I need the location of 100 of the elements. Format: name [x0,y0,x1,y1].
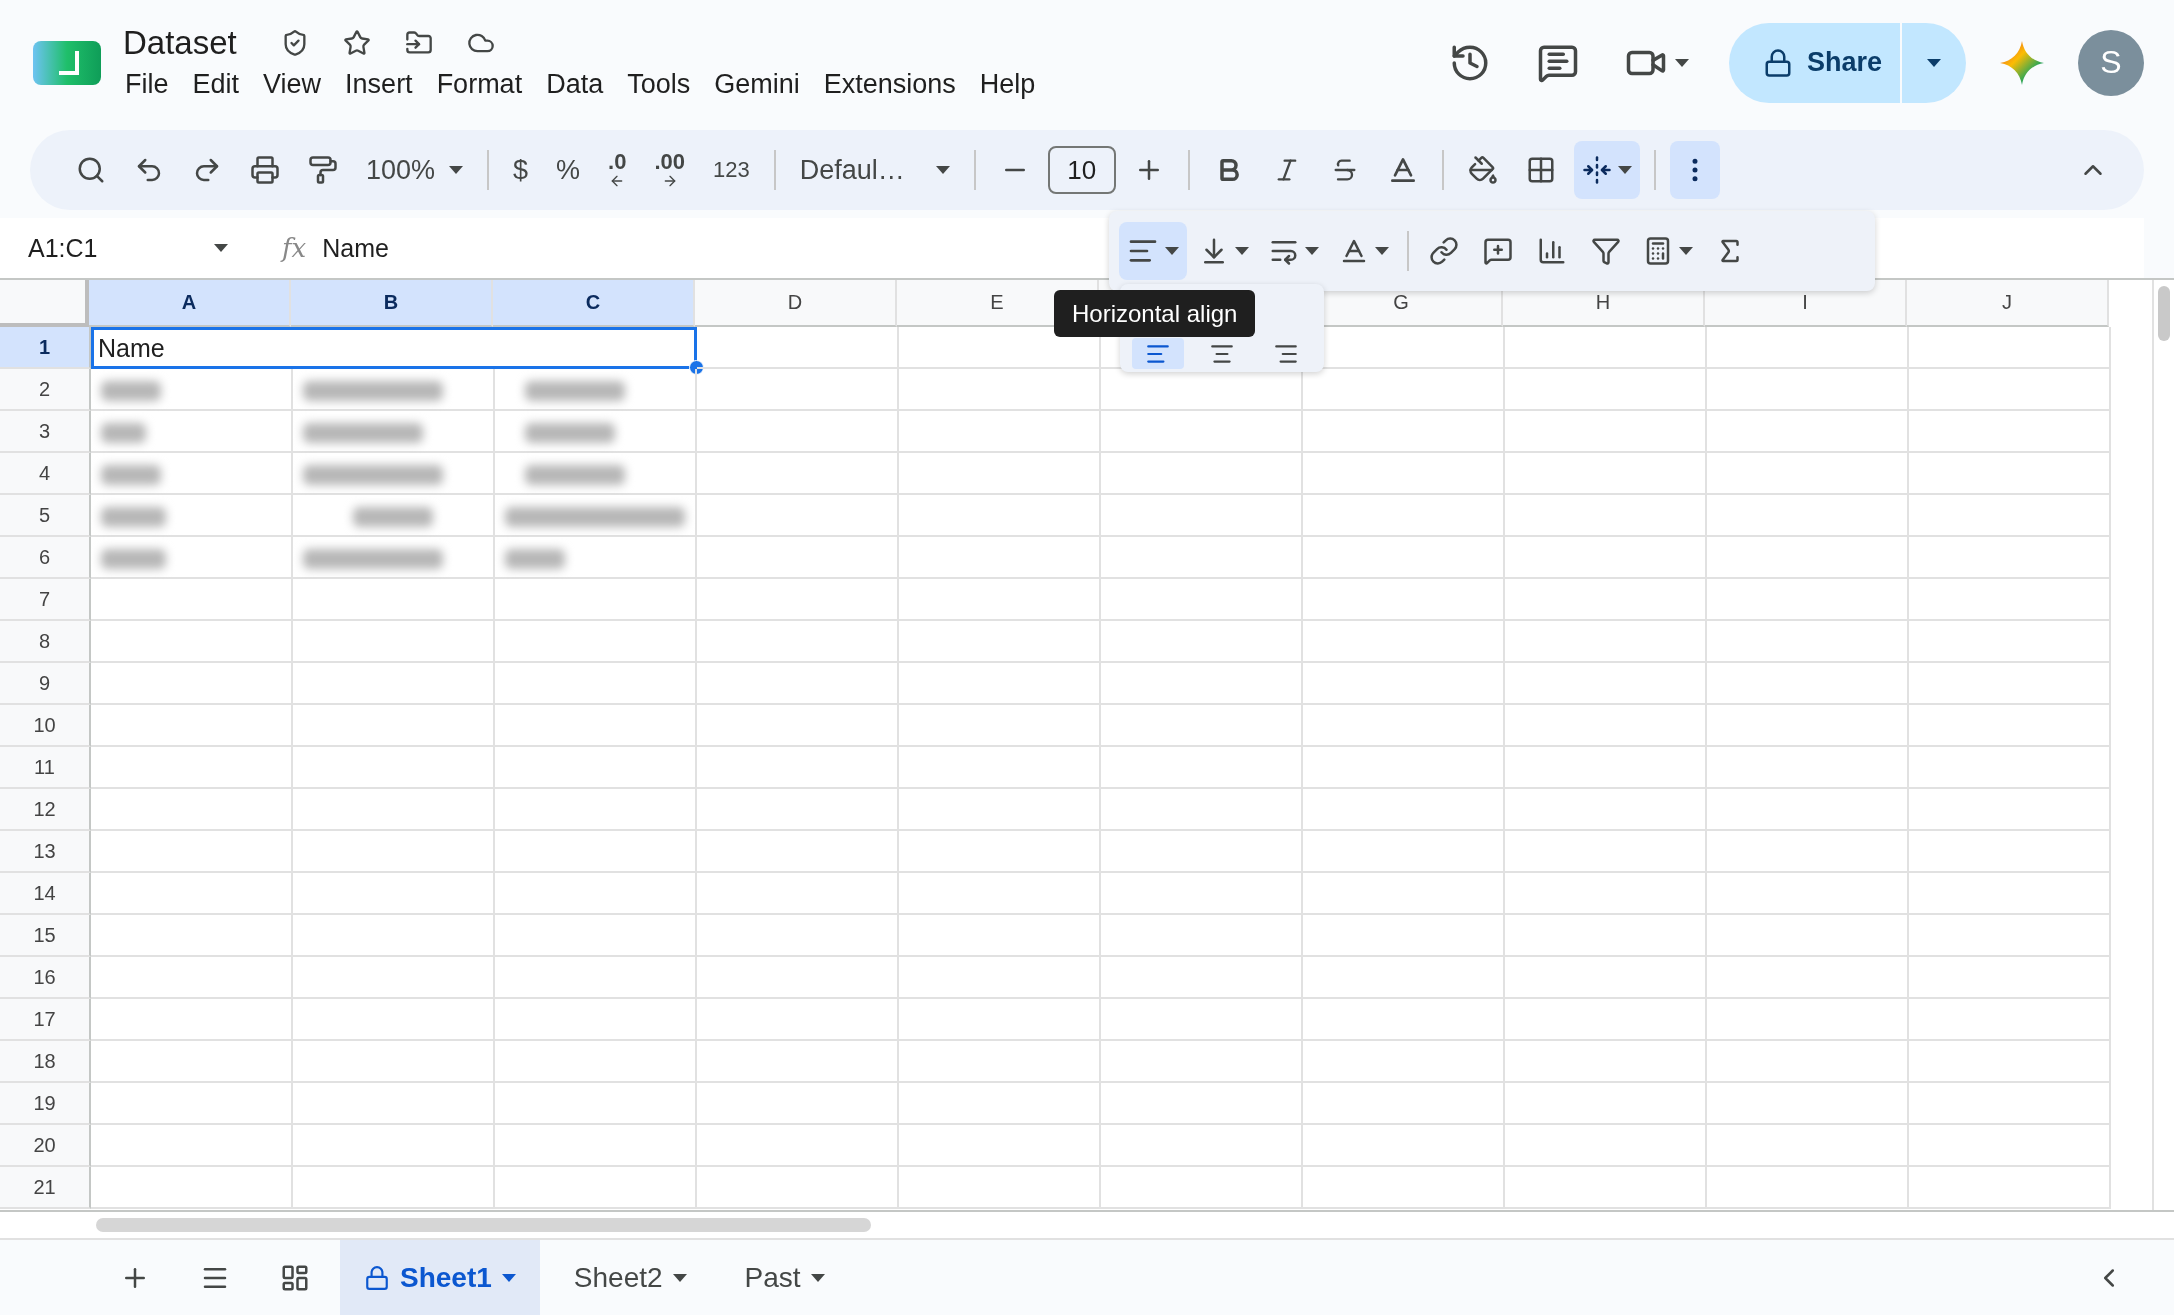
table-cell[interactable] [1505,831,1707,873]
menu-item[interactable]: Tools [615,67,703,102]
menu-item[interactable]: Help [967,67,1048,102]
table-cell[interactable] [1101,579,1303,621]
table-cell[interactable] [293,453,495,495]
row-header[interactable]: 10 [0,705,91,747]
table-cell[interactable] [1101,537,1303,579]
table-cell[interactable] [91,411,293,453]
column-header[interactable]: B [291,280,493,327]
table-cell[interactable] [495,957,697,999]
table-cell[interactable] [1303,537,1505,579]
row-header[interactable]: 2 [0,369,91,411]
table-cell[interactable] [1707,411,1909,453]
table-cell[interactable] [1909,537,2111,579]
table-cell[interactable] [91,789,293,831]
table-cell[interactable] [293,957,495,999]
table-cell[interactable] [1707,915,1909,957]
row-header[interactable]: 16 [0,957,91,999]
table-cell[interactable] [495,999,697,1041]
table-cell[interactable] [1707,1083,1909,1125]
zoom-dropdown[interactable]: 100% [356,141,474,199]
table-cell[interactable] [1303,747,1505,789]
table-cell[interactable] [1909,957,2111,999]
table-cell[interactable] [1505,453,1707,495]
table-cell[interactable] [697,663,899,705]
table-cell[interactable] [293,579,495,621]
table-cell[interactable] [1303,831,1505,873]
table-cell[interactable] [293,411,495,453]
table-cell[interactable] [899,1125,1101,1167]
table-cell[interactable] [1101,705,1303,747]
table-cell[interactable] [1909,453,2111,495]
table-cell[interactable] [1303,789,1505,831]
table-cell[interactable] [1505,1041,1707,1083]
table-cell[interactable] [1505,579,1707,621]
table-cell[interactable] [1303,579,1505,621]
merge-cells-button[interactable] [1573,141,1640,199]
table-cell[interactable] [1909,327,2111,369]
table-cell[interactable] [899,915,1101,957]
sheet-tab[interactable]: Sheet2 [549,1240,711,1315]
table-cell[interactable] [495,621,697,663]
table-cell[interactable] [1505,957,1707,999]
table-cell[interactable] [495,663,697,705]
table-cell[interactable] [495,831,697,873]
table-cell[interactable] [697,831,899,873]
table-cell[interactable] [91,915,293,957]
align-option[interactable] [1132,338,1184,369]
row-header[interactable]: 13 [0,831,91,873]
table-cell[interactable] [1101,495,1303,537]
table-cell[interactable] [1505,915,1707,957]
table-cell[interactable] [899,663,1101,705]
currency-format-button[interactable]: $ [503,141,539,199]
column-header[interactable]: D [695,280,897,327]
table-cell[interactable] [91,663,293,705]
table-cell[interactable] [1909,999,2111,1041]
share-button[interactable]: Share [1728,22,1900,103]
table-cell[interactable] [1101,453,1303,495]
table-cell[interactable] [91,369,293,411]
table-cell[interactable] [697,537,899,579]
table-cell[interactable] [1505,663,1707,705]
row-header[interactable]: 3 [0,411,91,453]
row-header[interactable]: 5 [0,495,91,537]
table-cell[interactable] [495,789,697,831]
table-cell[interactable] [1303,621,1505,663]
table-cell[interactable] [293,369,495,411]
menu-item[interactable]: Edit [180,67,252,102]
table-cell[interactable] [899,747,1101,789]
table-cell[interactable] [1505,1083,1707,1125]
table-cell[interactable] [1505,873,1707,915]
table-cell[interactable] [91,453,293,495]
table-cell[interactable] [293,915,495,957]
table-cell[interactable] [1707,579,1909,621]
table-cell[interactable] [1101,411,1303,453]
table-cell[interactable] [495,453,697,495]
table-cell[interactable] [1707,999,1909,1041]
table-cell[interactable] [1707,327,1909,369]
horizontal-scrollbar[interactable] [96,1218,871,1232]
increase-decimal-button[interactable]: .00 [644,141,696,199]
table-cell[interactable] [293,999,495,1041]
table-cell[interactable] [899,831,1101,873]
table-cell[interactable] [293,537,495,579]
table-cell[interactable] [1909,831,2111,873]
table-cell[interactable] [1505,369,1707,411]
table-cell[interactable] [293,747,495,789]
font-dropdown[interactable]: Defaul… [789,141,960,199]
table-cell[interactable] [1909,915,2111,957]
table-cell[interactable] [1707,873,1909,915]
table-cell[interactable] [1909,789,2111,831]
row-header[interactable]: 18 [0,1041,91,1083]
select-all-corner[interactable] [0,280,89,327]
table-cell[interactable] [697,705,899,747]
row-header[interactable]: 8 [0,621,91,663]
number-format-button[interactable]: 123 [703,141,760,199]
row-header[interactable]: 1 [0,327,91,369]
table-cell[interactable] [91,1083,293,1125]
table-cell[interactable] [1101,621,1303,663]
table-cell[interactable] [1707,369,1909,411]
table-cell[interactable] [1909,411,2111,453]
table-cell[interactable] [899,369,1101,411]
table-cell[interactable] [293,705,495,747]
table-cell[interactable] [899,789,1101,831]
